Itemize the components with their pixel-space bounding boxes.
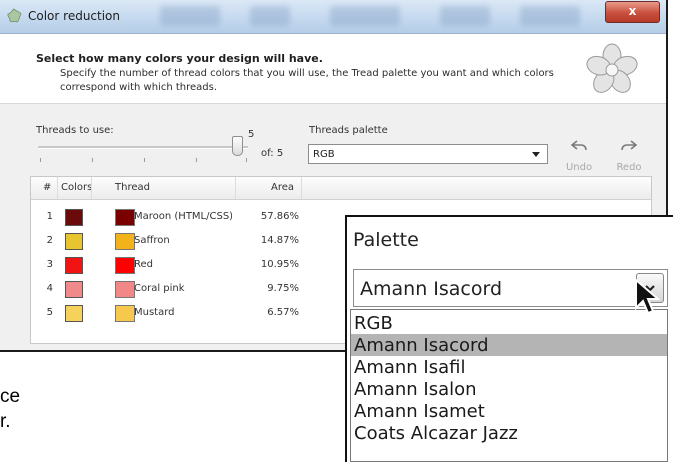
mouse-pointer-icon: [635, 278, 660, 315]
palette-option[interactable]: Amann Isafil: [351, 356, 667, 378]
color-swatch[interactable]: [65, 209, 83, 226]
threads-value: 5: [248, 129, 255, 140]
table-header: # Colors Thread Area: [31, 177, 651, 200]
zoom-palette-select[interactable]: Amann Isacord: [353, 269, 668, 307]
header-description: Specify the number of thread colors that…: [60, 68, 554, 93]
slider-tick: [40, 158, 41, 162]
thread-area: 14.87%: [260, 235, 299, 246]
palette-select-value: RGB: [313, 149, 335, 160]
header-title: Select how many colors your design will …: [36, 52, 323, 65]
thread-swatch[interactable]: [115, 281, 135, 298]
background-text-line1: ce: [0, 386, 21, 407]
column-header: Colors: [61, 182, 93, 193]
row-number: 3: [46, 259, 53, 270]
thread-swatch[interactable]: [115, 233, 135, 250]
slider-tick: [144, 158, 145, 162]
column-header: #: [43, 182, 52, 193]
thread-name: Red: [134, 259, 153, 270]
color-swatch[interactable]: [65, 281, 83, 298]
zoom-palette-select-value: Amann Isacord: [360, 278, 503, 300]
redo-button[interactable]: Redo: [614, 138, 644, 176]
palette-select[interactable]: RGB: [308, 144, 548, 164]
palette-option[interactable]: Amann Isalon: [351, 378, 667, 400]
threads-label: Threads to use:: [36, 125, 114, 136]
title-bar[interactable]: Color reduction x: [0, 0, 666, 34]
chevron-down-icon: [532, 152, 540, 157]
slider-tick: [196, 158, 197, 162]
dialog-header: Select how many colors your design will …: [0, 34, 666, 104]
threads-of-label: of: 5: [261, 148, 284, 159]
thread-name: Maroon (HTML/CSS): [134, 211, 232, 222]
redo-icon: [621, 140, 637, 151]
flower-logo-icon: [586, 43, 638, 93]
thread-name: Mustard: [134, 307, 175, 318]
slider-tick: [246, 158, 247, 162]
close-icon: x: [628, 4, 637, 18]
column-header: Area: [271, 182, 295, 193]
palette-option[interactable]: Coats Alcazar Jazz: [351, 422, 667, 444]
row-number: 5: [46, 307, 53, 318]
undo-button[interactable]: Undo: [564, 138, 594, 176]
palette-options-list[interactable]: RGB Amann Isacord Amann Isafil Amann Isa…: [350, 309, 668, 462]
thread-area: 6.57%: [267, 307, 299, 318]
thread-area: 10.95%: [260, 259, 299, 270]
palette-label: Threads palette: [309, 125, 388, 136]
thread-name: Saffron: [134, 235, 170, 246]
window-title: Color reduction: [28, 9, 121, 23]
thread-name: Coral pink: [134, 283, 185, 294]
zoom-palette-label: Palette: [353, 229, 419, 251]
background-text-line2: r.: [0, 411, 11, 432]
thread-area: 9.75%: [267, 283, 299, 294]
row-number: 1: [46, 211, 53, 222]
color-swatch[interactable]: [65, 305, 83, 322]
palette-option[interactable]: Amann Isamet: [351, 400, 667, 422]
thread-swatch[interactable]: [115, 305, 135, 322]
palette-option[interactable]: RGB: [351, 312, 667, 334]
threads-slider-thumb[interactable]: [232, 136, 243, 156]
thread-swatch[interactable]: [115, 209, 135, 226]
threads-slider-track[interactable]: [38, 146, 248, 149]
color-swatch[interactable]: [65, 233, 83, 250]
redo-label: Redo: [616, 162, 642, 173]
undo-icon: [571, 140, 587, 151]
close-button[interactable]: x: [605, 1, 660, 23]
row-number: 4: [46, 283, 53, 294]
row-number: 2: [46, 235, 53, 246]
palette-option-highlighted[interactable]: Amann Isacord: [351, 334, 667, 356]
thread-swatch[interactable]: [115, 257, 135, 274]
undo-label: Undo: [565, 162, 593, 173]
thread-area: 57.86%: [260, 211, 299, 222]
column-header: Thread: [115, 182, 150, 193]
palette-zoom-callout: Palette Amann Isacord RGB Amann Isacord …: [345, 215, 673, 462]
app-icon: [7, 8, 22, 23]
slider-tick: [92, 158, 93, 162]
color-swatch[interactable]: [65, 257, 83, 274]
